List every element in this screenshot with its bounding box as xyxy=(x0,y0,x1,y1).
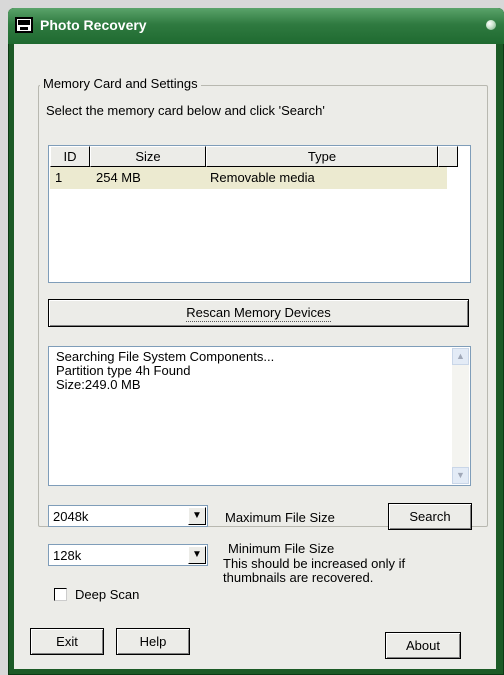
row-id: 1 xyxy=(55,170,63,185)
search-button[interactable]: Search xyxy=(388,503,472,530)
scroll-down-icon[interactable]: ▼ xyxy=(452,467,469,484)
exit-button[interactable]: Exit xyxy=(30,628,104,655)
title-bar[interactable]: Photo Recovery xyxy=(8,8,504,44)
chevron-down-icon[interactable]: ▼ xyxy=(188,546,206,564)
log-line: Size:249.0 MB xyxy=(56,377,141,392)
max-file-size-label: Maximum File Size xyxy=(225,510,335,525)
column-header-type[interactable]: Type xyxy=(206,146,438,167)
max-file-size-select[interactable]: 2048k ▼ xyxy=(48,505,208,527)
chevron-down-icon[interactable]: ▼ xyxy=(188,507,206,525)
app-icon xyxy=(15,17,33,33)
device-list[interactable]: ID Size Type 1 254 MB Removable media xyxy=(48,145,471,283)
min-file-size-value: 128k xyxy=(53,548,82,563)
instruction-text: Select the memory card below and click '… xyxy=(46,103,325,118)
row-size: 254 MB xyxy=(96,170,141,185)
about-button[interactable]: About xyxy=(385,632,461,659)
window-control-icon[interactable] xyxy=(486,20,496,30)
deep-scan-label[interactable]: Deep Scan xyxy=(75,587,139,602)
column-header-spacer xyxy=(438,146,458,167)
deep-scan-checkbox[interactable] xyxy=(54,588,67,601)
column-header-size[interactable]: Size xyxy=(90,146,206,167)
rescan-button-label: Rescan Memory Devices xyxy=(186,305,331,322)
groupbox-legend: Memory Card and Settings xyxy=(40,76,201,91)
log-scrollbar[interactable]: ▲ ▼ xyxy=(452,348,469,484)
app-window: Photo Recovery Memory Card and Settings … xyxy=(8,8,504,675)
window-title: Photo Recovery xyxy=(40,17,147,33)
min-file-size-label: Minimum File Size xyxy=(228,541,335,556)
max-file-size-value: 2048k xyxy=(53,509,89,524)
help-button[interactable]: Help xyxy=(116,628,190,655)
min-file-size-select[interactable]: 128k ▼ xyxy=(48,544,208,566)
min-file-size-note-1: This should be increased only if xyxy=(223,556,406,571)
scroll-up-icon[interactable]: ▲ xyxy=(452,348,469,365)
client-area: Memory Card and Settings Select the memo… xyxy=(14,44,496,669)
table-row[interactable]: 1 254 MB Removable media xyxy=(50,167,447,189)
log-line: Partition type 4h Found xyxy=(56,363,191,378)
log-output[interactable]: Searching File System Components... Part… xyxy=(48,346,471,486)
rescan-button[interactable]: Rescan Memory Devices xyxy=(48,299,469,327)
column-header-id[interactable]: ID xyxy=(50,146,90,167)
row-type: Removable media xyxy=(210,170,315,185)
log-line: Searching File System Components... xyxy=(56,349,275,364)
min-file-size-note-2: thumbnails are recovered. xyxy=(223,570,374,585)
